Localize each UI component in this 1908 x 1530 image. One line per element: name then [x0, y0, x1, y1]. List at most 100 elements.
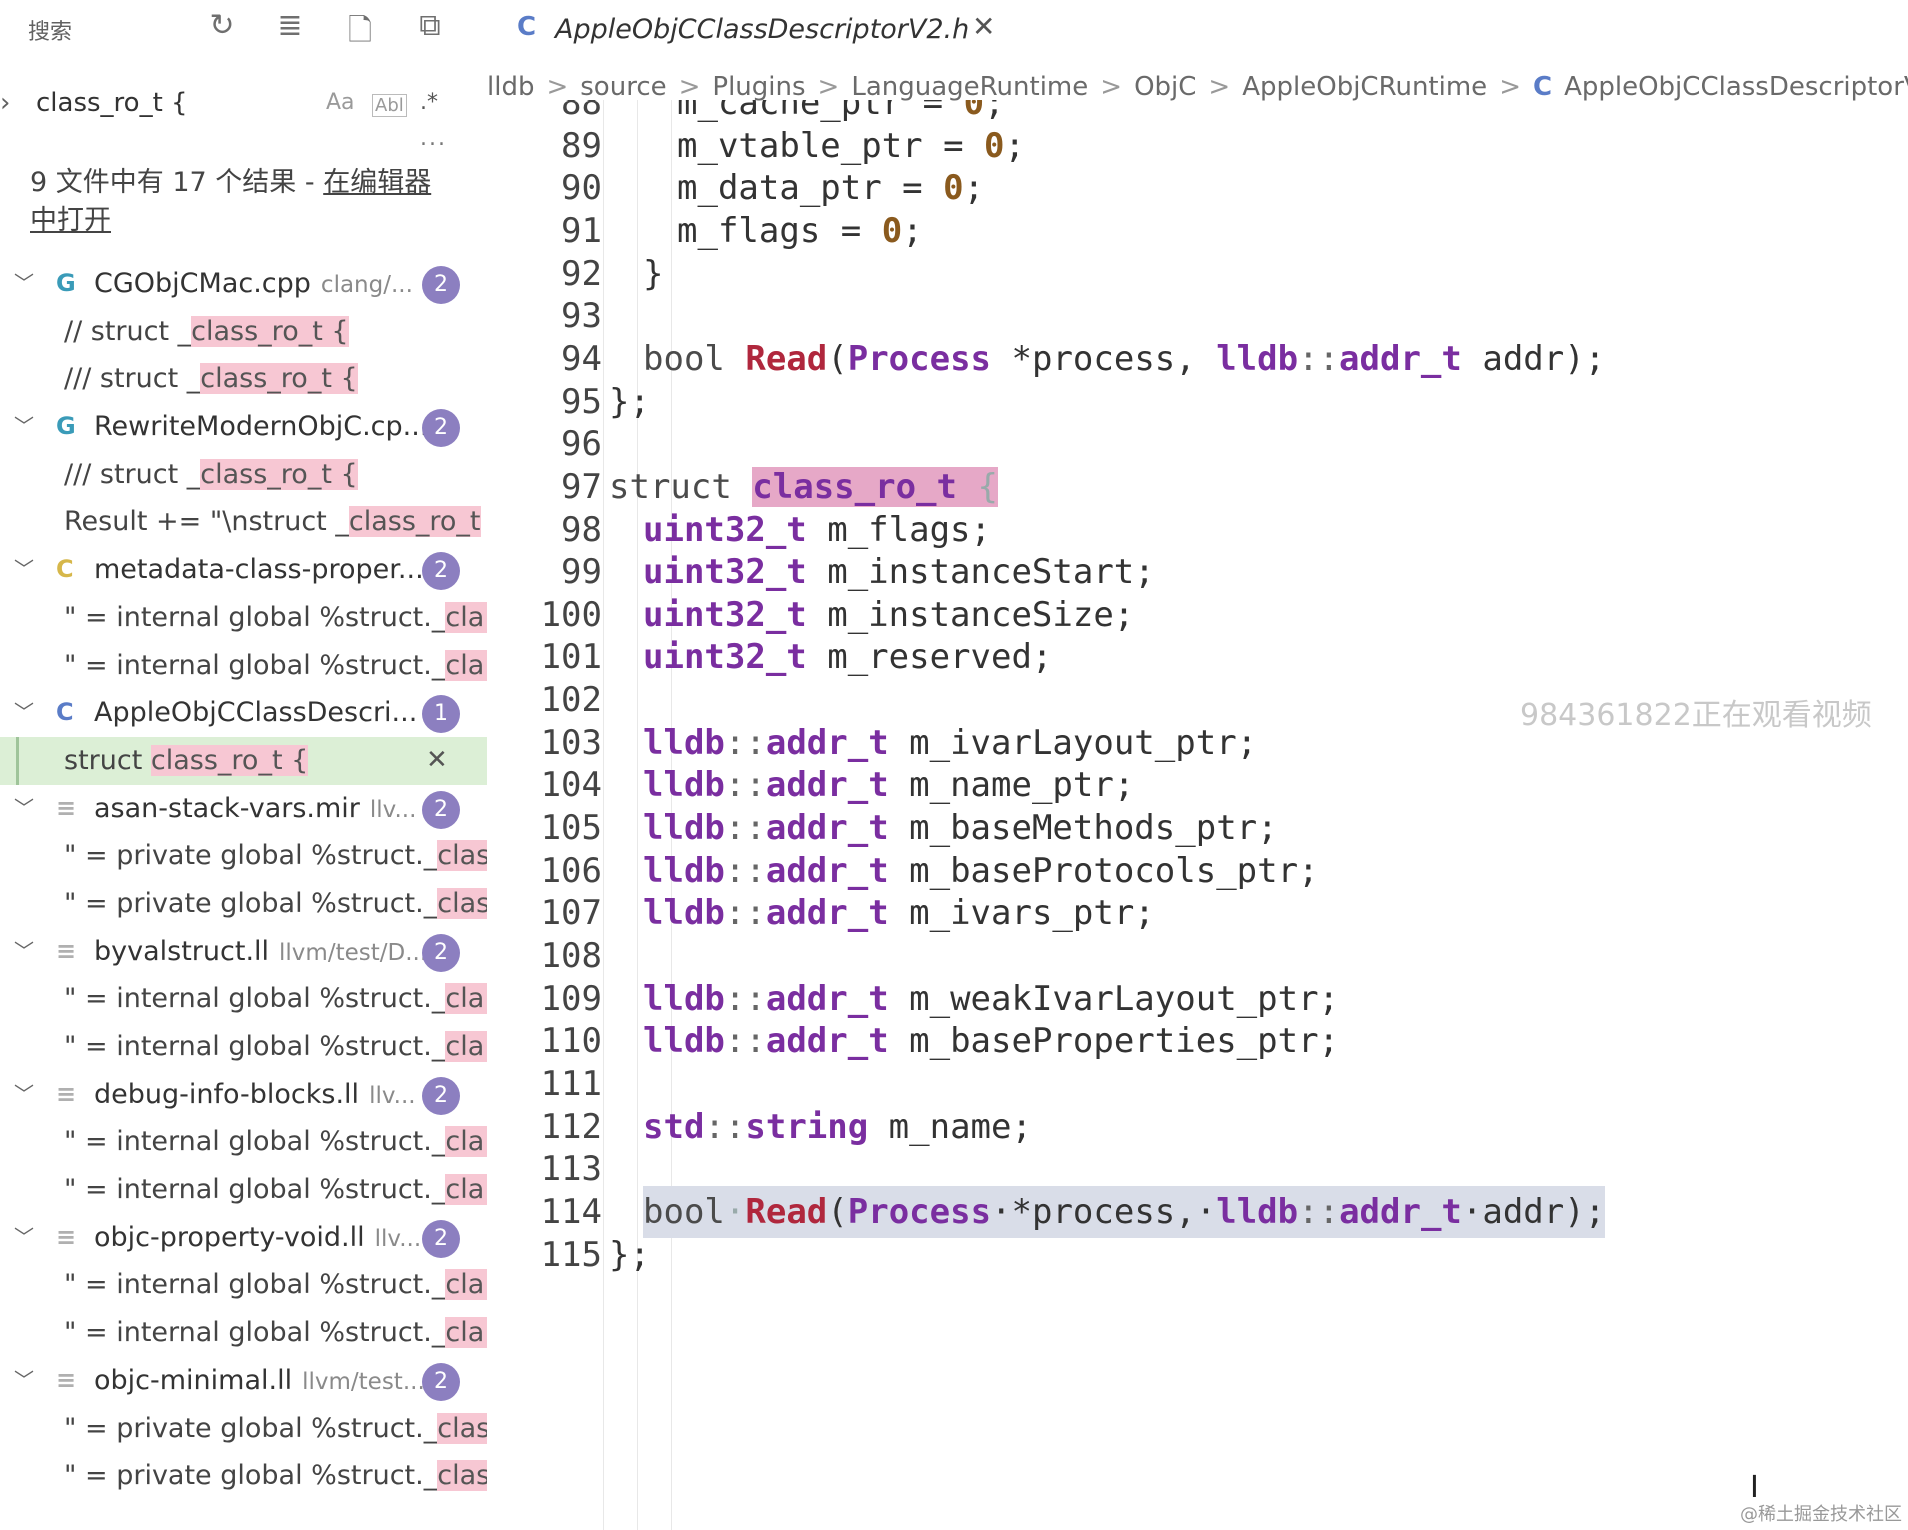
file-name-text: CGObjCMac.cpp [94, 268, 311, 299]
match-case-toggle[interactable]: Aa [326, 90, 355, 115]
code-token: ; [1004, 125, 1026, 166]
match-text: " = internal global %struct._cla... [64, 1118, 487, 1166]
result-file-row[interactable]: ﹀ ≡ objc-minimal.ll llvm/test... 2 [0, 1357, 487, 1405]
result-file-row[interactable]: ﹀ ≡ debug-info-blocks.ll llv... 2 [0, 1071, 487, 1119]
breadcrumb-separator-icon: > [546, 72, 569, 102]
code-token: class_ro_t [752, 466, 957, 507]
code-token: *process, [991, 338, 1217, 379]
match-text: struct class_ro_t { [64, 737, 309, 785]
code-token: :: [724, 850, 766, 891]
result-match-row[interactable]: " = internal global %struct._cla... [0, 594, 487, 642]
code-token: addr_t [765, 722, 889, 763]
match-prefix: " = internal global %struct._ [64, 1317, 446, 1349]
expand-chevron-icon[interactable]: ﹀ [14, 1214, 34, 1262]
match-text: " = internal global %struct._cla... [64, 1023, 487, 1071]
code-token: :: [724, 978, 766, 1019]
more-options-icon[interactable]: ... [420, 126, 447, 151]
code-line[interactable]: 115}; [487, 1229, 1908, 1281]
result-match-row[interactable]: /// struct _class_ro_t { [0, 355, 487, 403]
file-type-icon: C [56, 555, 74, 584]
breadcrumb-item[interactable]: lldb [487, 72, 534, 102]
result-file-name: asan-stack-vars.mir llv... [94, 785, 416, 835]
dismiss-result-icon[interactable]: ✕ [426, 737, 448, 785]
result-match-row[interactable]: " = internal global %struct._cla... [0, 642, 487, 690]
breadcrumb-item[interactable]: ObjC [1134, 72, 1196, 102]
file-name-text: objc-property-void.ll [94, 1221, 365, 1253]
clear-results-icon[interactable]: ≣ [272, 8, 308, 43]
match-count-badge: 2 [422, 1219, 460, 1258]
result-file-row[interactable]: ﹀ ≡ byvalstruct.ll llvm/test/D... 2 [0, 928, 487, 976]
viewer-watermark: 984361822正在观看视频 [1520, 698, 1872, 733]
match-highlight: clas... [437, 1412, 487, 1444]
expand-chevron-icon[interactable]: ﹀ [14, 546, 34, 594]
result-match-row[interactable]: " = internal global %struct._cla... [0, 1023, 487, 1071]
result-match-row-active[interactable]: struct class_ro_t { ✕ [0, 736, 487, 785]
breadcrumb-item-current[interactable]: AppleObjCClassDescriptorV2 [1564, 72, 1908, 102]
result-file-row[interactable]: ﹀ Cmetadata-class-proper... 2 [0, 546, 487, 594]
result-file-name: AppleObjCClassDescri... [94, 689, 427, 739]
result-match-row[interactable]: " = internal global %struct._cla... [0, 1118, 487, 1166]
match-prefix: /// struct _ [64, 363, 201, 395]
result-match-row[interactable]: " = private global %struct._clas... [0, 1452, 487, 1500]
expand-chevron-icon[interactable]: ﹀ [14, 1071, 34, 1119]
result-match-row[interactable]: " = private global %struct._clas... [0, 880, 487, 928]
result-match-row[interactable]: Result += "\nstruct _class_ro_t ... [0, 498, 487, 546]
result-match-row[interactable]: " = internal global %struct._cla... [0, 1309, 487, 1357]
result-file-row[interactable]: ﹀ ≡ objc-property-void.ll llv... 2 [0, 1214, 487, 1262]
match-text: " = private global %struct._clas... [64, 832, 487, 880]
match-count-badge: 2 [422, 266, 460, 304]
result-file-name: objc-minimal.ll llvm/test... [94, 1357, 425, 1407]
search-input[interactable]: class_ro_t { [36, 88, 188, 118]
expand-chevron-icon[interactable]: ﹀ [14, 260, 34, 308]
breadcrumb-item[interactable]: source [580, 72, 666, 102]
regex-toggle[interactable]: .* [420, 90, 438, 115]
result-match-row[interactable]: // struct _class_ro_t { [0, 308, 487, 356]
code-token: :: [724, 808, 766, 849]
results-count-text: 9 文件中有 17 个结果 - [30, 167, 324, 198]
match-prefix: " = internal global %struct._ [64, 983, 446, 1015]
match-text: // struct _class_ro_t { [64, 308, 349, 356]
result-match-row[interactable]: " = internal global %struct._cla... [0, 975, 487, 1023]
breadcrumb-item[interactable]: AppleObjCRuntime [1242, 72, 1487, 102]
code-token: m_baseMethods_ptr; [888, 808, 1278, 849]
file-type-icon: ≡ [56, 1222, 77, 1251]
close-tab-icon[interactable]: ✕ [972, 10, 995, 43]
code-token: 0 [984, 125, 1005, 166]
result-file-row[interactable]: ﹀ C AppleObjCClassDescri... 1 [0, 689, 487, 737]
match-prefix: " = private global %struct._ [64, 1460, 438, 1492]
code-token: ( [827, 1191, 848, 1232]
expand-chevron-icon[interactable]: ﹀ [14, 1357, 34, 1405]
expand-chevron-icon[interactable]: ﹀ [14, 403, 34, 451]
toggle-replace-chevron-icon[interactable]: › [0, 88, 10, 118]
collapse-all-icon[interactable]: ⧉ [412, 8, 448, 43]
match-highlight: cla... [445, 983, 487, 1015]
refresh-icon[interactable]: ↻ [204, 8, 240, 43]
result-file-row[interactable]: ﹀ G RewriteModernObjC.cp... 2 [0, 403, 487, 451]
result-match-row[interactable]: " = private global %struct._clas... [0, 1405, 487, 1453]
new-search-editor-icon[interactable]: 🗋 [342, 8, 378, 59]
result-file-name: RewriteModernObjC.cp... [94, 403, 438, 453]
result-file-row[interactable]: ﹀ ≡ asan-stack-vars.mir llv... 2 [0, 785, 487, 833]
code-token: Read [745, 1191, 828, 1232]
breadcrumb-item[interactable]: LanguageRuntime [851, 72, 1088, 102]
result-match-row[interactable]: " = internal global %struct._cla... [0, 1261, 487, 1309]
result-match-row[interactable]: /// struct _class_ro_t { [0, 451, 487, 499]
code-editor[interactable]: 88 m_cache_ptr = 0; 89 m_vtable_ptr = 0; 90 m… [487, 100, 1908, 1530]
result-match-row[interactable]: " = internal global %struct._cla... [0, 1166, 487, 1214]
tab-filename[interactable]: AppleObjCClassDescriptorV2.h [555, 14, 969, 45]
code-token: std [643, 1106, 705, 1147]
file-name-text: objc-minimal.ll [94, 1364, 293, 1396]
code-token: :: [724, 765, 766, 806]
result-match-row[interactable]: " = private global %struct._clas... [0, 832, 487, 880]
result-file-row[interactable]: ﹀ G CGObjCMac.cpp clang/... 2 [0, 260, 487, 308]
expand-chevron-icon[interactable]: ﹀ [14, 785, 34, 833]
expand-chevron-icon[interactable]: ﹀ [14, 689, 34, 737]
breadcrumb-item[interactable]: Plugins [712, 72, 805, 102]
breadcrumb-separator-icon: > [678, 72, 701, 102]
code-token: { [957, 466, 998, 507]
whole-word-toggle[interactable]: Abl [372, 94, 407, 117]
sidebar-title: 搜索 [28, 20, 73, 45]
match-highlight: cla... [445, 601, 487, 633]
expand-chevron-icon[interactable]: ﹀ [14, 928, 34, 976]
match-highlight: class_ro_t { [191, 315, 349, 347]
